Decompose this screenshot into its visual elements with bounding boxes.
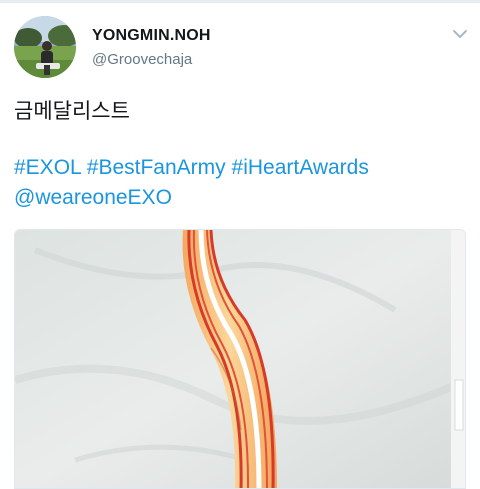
hashtag-link[interactable]: #EXOL <box>14 156 81 179</box>
tweet-text: 금메달리스트 <box>14 99 130 123</box>
tweet-hashtags: #EXOL #BestFanArmy #iHeartAwards @weareo… <box>14 153 474 213</box>
user-handle[interactable]: @Groovechaja <box>92 51 192 68</box>
tweet-media-image[interactable] <box>14 229 466 489</box>
avatar-photo <box>14 16 76 78</box>
display-name[interactable]: YONGMIN.NOH <box>92 27 211 45</box>
avatar[interactable] <box>14 16 76 78</box>
chevron-down-icon[interactable] <box>450 26 470 42</box>
hashtag-link[interactable]: #BestFanArmy <box>87 156 226 179</box>
top-divider <box>0 0 480 3</box>
mention-link[interactable]: @weareoneEXO <box>14 186 172 209</box>
hashtag-link[interactable]: #iHeartAwards <box>232 156 369 179</box>
medal-ribbon-photo <box>15 230 465 488</box>
